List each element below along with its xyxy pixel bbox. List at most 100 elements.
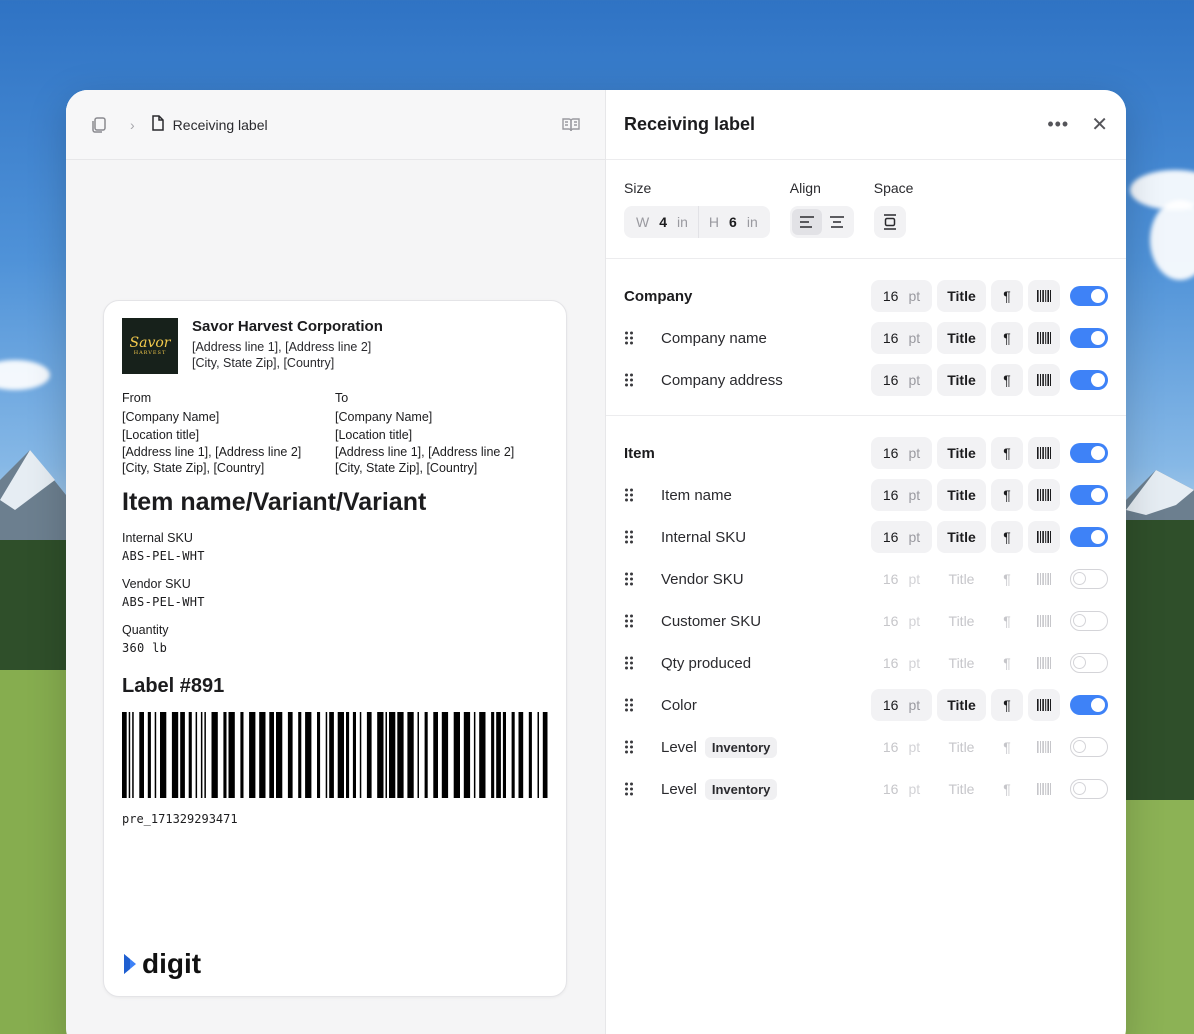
font-size-field[interactable]: 16 pt [871, 563, 932, 595]
style-button[interactable]: Title [937, 731, 986, 763]
font-size-field[interactable]: 16 pt [871, 731, 932, 763]
visibility-toggle[interactable] [1070, 653, 1108, 673]
field-row: Item name 16 pt Title ¶ [624, 474, 1108, 516]
style-button[interactable]: Title [937, 647, 986, 679]
drag-handle-icon[interactable] [624, 781, 661, 797]
visibility-toggle[interactable] [1070, 443, 1108, 463]
align-center-button[interactable] [822, 209, 852, 235]
paragraph-icon[interactable]: ¶ [991, 563, 1023, 595]
close-icon[interactable]: ✕ [1091, 112, 1108, 137]
paragraph-icon[interactable]: ¶ [991, 689, 1023, 721]
paragraph-icon[interactable]: ¶ [991, 647, 1023, 679]
font-size-field[interactable]: 16 pt [871, 605, 932, 637]
paragraph-icon[interactable]: ¶ [991, 364, 1023, 396]
paragraph-icon[interactable]: ¶ [991, 322, 1023, 354]
size-setting: Size W 4 in H 6 in [624, 180, 770, 238]
barcode-icon[interactable] [1028, 605, 1060, 637]
visibility-toggle[interactable] [1070, 527, 1108, 547]
style-button[interactable]: Title [937, 563, 986, 595]
font-size-field[interactable]: 16 pt [871, 437, 932, 469]
visibility-toggle[interactable] [1070, 611, 1108, 631]
breadcrumb[interactable]: Receiving label [149, 114, 268, 135]
font-size-field[interactable]: 16 pt [871, 521, 932, 553]
paragraph-icon[interactable]: ¶ [991, 773, 1023, 805]
style-button[interactable]: Title [937, 364, 986, 396]
barcode-icon[interactable] [1028, 322, 1060, 354]
barcode-icon[interactable] [1028, 731, 1060, 763]
paragraph-icon[interactable]: ¶ [991, 731, 1023, 763]
label-address-line-2: [City, State Zip], [Country] [192, 356, 335, 370]
barcode-icon[interactable] [1028, 689, 1060, 721]
style-button[interactable]: Title [937, 322, 986, 354]
breadcrumb-title: Receiving label [172, 116, 268, 133]
label-company-name: Savor Harvest Corporation [192, 318, 383, 335]
drag-handle-icon[interactable] [624, 739, 661, 755]
field-section: Item 16 pt Title ¶ Item name 16 pt Title ¶… [606, 416, 1126, 824]
drag-handle-icon[interactable] [624, 372, 661, 388]
label-field: Internal SKU ABS-PEL-WHT [122, 531, 205, 563]
visibility-toggle[interactable] [1070, 328, 1108, 348]
barcode-icon[interactable] [1028, 647, 1060, 679]
barcode [122, 712, 548, 798]
drag-handle-icon[interactable] [624, 613, 661, 629]
style-button[interactable]: Title [937, 773, 986, 805]
barcode-icon[interactable] [1028, 773, 1060, 805]
font-size-field[interactable]: 16 pt [871, 647, 932, 679]
font-size-field[interactable]: 16 pt [871, 364, 932, 396]
style-button[interactable]: Title [937, 479, 986, 511]
drag-handle-icon[interactable] [624, 529, 661, 545]
width-field[interactable]: W 4 in [626, 206, 698, 238]
spacing-icon [883, 214, 896, 230]
visibility-toggle[interactable] [1070, 569, 1108, 589]
drag-handle-icon[interactable] [624, 571, 661, 587]
paragraph-icon[interactable]: ¶ [991, 605, 1023, 637]
panel-title: Receiving label [624, 114, 756, 134]
paragraph-icon[interactable]: ¶ [991, 479, 1023, 511]
section-header-row: Item 16 pt Title ¶ [624, 432, 1108, 474]
paragraph-icon[interactable]: ¶ [991, 280, 1023, 312]
space-button[interactable] [873, 206, 906, 238]
paragraph-icon[interactable]: ¶ [991, 437, 1023, 469]
drag-handle-icon[interactable] [624, 655, 661, 671]
forest-right [1126, 520, 1194, 1034]
drag-handle-icon[interactable] [624, 330, 661, 346]
field-label: Company [624, 287, 693, 305]
visibility-toggle[interactable] [1070, 779, 1108, 799]
app-window: › Receiving label Savor HARVEST Savor Ha… [66, 90, 1126, 1034]
style-button[interactable]: Title [937, 689, 986, 721]
from-to-block: From [Company Name] [Location title] [Ad… [122, 389, 548, 476]
barcode-icon[interactable] [1028, 364, 1060, 396]
paragraph-icon[interactable]: ¶ [991, 521, 1023, 553]
copy-icon[interactable] [90, 116, 108, 134]
font-size-field[interactable]: 16 pt [871, 322, 932, 354]
visibility-toggle[interactable] [1070, 286, 1108, 306]
font-size-field[interactable]: 16 pt [871, 479, 932, 511]
field-label: Vendor SKU [661, 570, 744, 588]
style-button[interactable]: Title [937, 605, 986, 637]
barcode-icon[interactable] [1028, 437, 1060, 469]
field-row: Qty produced 16 pt Title ¶ [624, 642, 1108, 684]
align-left-button[interactable] [791, 209, 822, 235]
height-field[interactable]: H 6 in [699, 206, 768, 238]
field-row: Level Inventory 16 pt Title ¶ [624, 768, 1108, 810]
barcode-icon[interactable] [1028, 280, 1060, 312]
drag-handle-icon[interactable] [624, 487, 661, 503]
visibility-toggle[interactable] [1070, 695, 1108, 715]
font-size-field[interactable]: 16 pt [871, 689, 932, 721]
style-button[interactable]: Title [937, 437, 986, 469]
drag-handle-icon[interactable] [624, 697, 661, 713]
forest-left [0, 540, 70, 1034]
style-button[interactable]: Title [937, 521, 986, 553]
preview-toolbar: › Receiving label [66, 90, 605, 160]
barcode-icon[interactable] [1028, 563, 1060, 595]
font-size-field[interactable]: 16 pt [871, 280, 932, 312]
barcode-icon[interactable] [1028, 479, 1060, 511]
book-icon[interactable] [561, 116, 581, 134]
more-options-icon[interactable]: ••• [1047, 114, 1069, 135]
visibility-toggle[interactable] [1070, 485, 1108, 505]
visibility-toggle[interactable] [1070, 737, 1108, 757]
style-button[interactable]: Title [937, 280, 986, 312]
visibility-toggle[interactable] [1070, 370, 1108, 390]
font-size-field[interactable]: 16 pt [871, 773, 932, 805]
barcode-icon[interactable] [1028, 521, 1060, 553]
